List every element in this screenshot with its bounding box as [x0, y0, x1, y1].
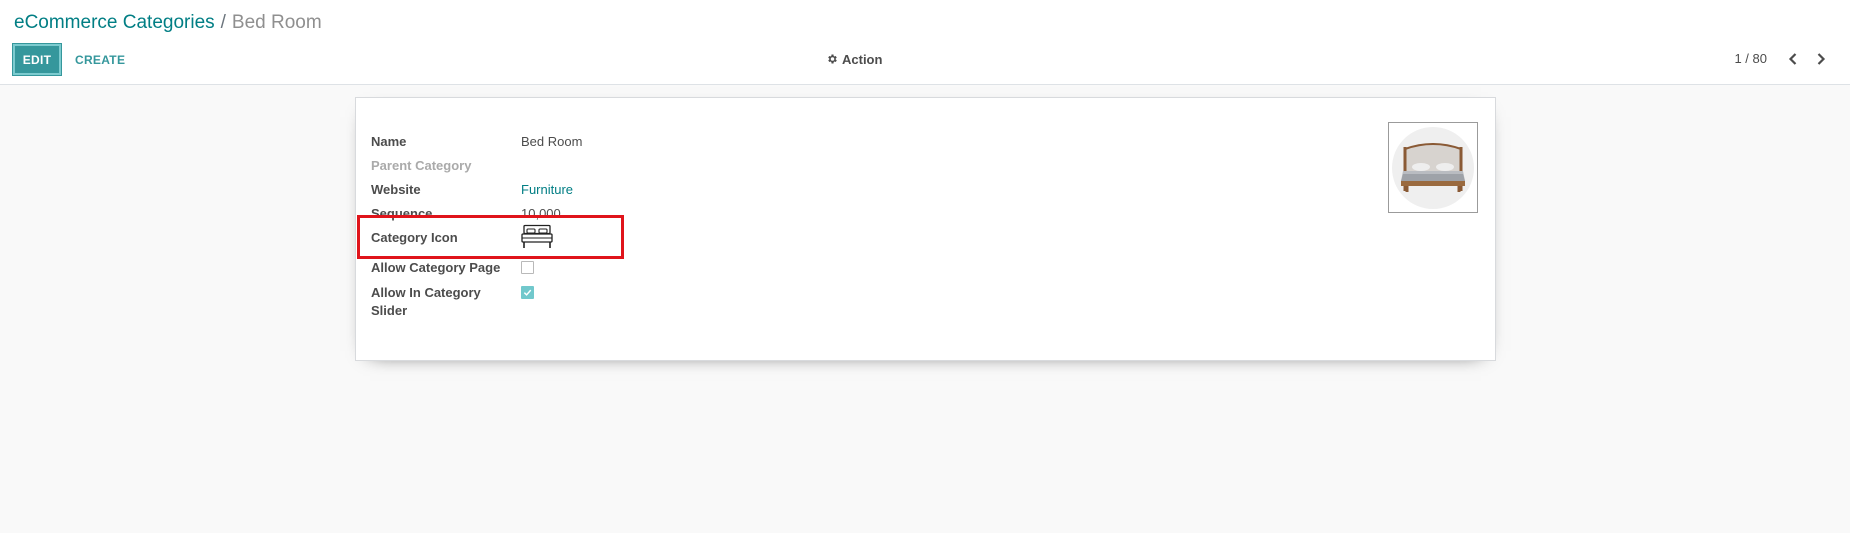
name-value: Bed Room [521, 134, 583, 149]
allow-category-page-label: Allow Category Page [371, 260, 501, 275]
breadcrumb-parent-link[interactable]: eCommerce Categories [14, 12, 215, 33]
pager-next-button[interactable] [1810, 48, 1832, 70]
sequence-label: Sequence [371, 206, 433, 221]
allow-category-page-checkbox[interactable] [521, 261, 534, 274]
action-label: Action [842, 51, 883, 67]
allow-in-category-slider-label-line1: Allow In Category [371, 285, 481, 300]
checkmark-icon [523, 289, 532, 296]
chevron-left-icon [1788, 53, 1798, 65]
category-icon-label: Category Icon [371, 230, 458, 245]
name-label: Name [371, 134, 407, 149]
allow-in-category-slider-checkbox[interactable] [521, 286, 534, 299]
website-label: Website [371, 182, 421, 197]
breadcrumb: eCommerce Categories / Bed Room [14, 11, 322, 35]
allow-in-category-slider-label: Allow In Category Slider [371, 284, 521, 320]
action-dropdown-button[interactable]: Action [826, 48, 882, 70]
gear-icon [826, 53, 838, 65]
pager-value[interactable]: 1 / 80 [1734, 48, 1767, 70]
parent-category-label: Parent Category [371, 158, 472, 173]
chevron-right-icon [1816, 53, 1826, 65]
breadcrumb-separator: / [220, 12, 226, 33]
allow-in-category-slider-label-line2: Slider [371, 303, 408, 318]
form-sheet: Name Bed Room Parent Category Website Fu… [355, 97, 1496, 361]
edit-button[interactable]: EDIT [13, 44, 61, 75]
control-panel: eCommerce Categories / Bed Room EDIT CREAT… [0, 0, 1850, 85]
breadcrumb-current: Bed Room [231, 12, 322, 33]
sequence-value: 10,000 [521, 206, 561, 221]
create-button[interactable]: CREATE [75, 44, 125, 75]
bed-image [1392, 126, 1474, 209]
website-link[interactable]: Furniture [521, 181, 573, 199]
category-image[interactable] [1388, 122, 1478, 213]
bed-icon[interactable] [521, 224, 553, 255]
pager-previous-button[interactable] [1782, 48, 1804, 70]
